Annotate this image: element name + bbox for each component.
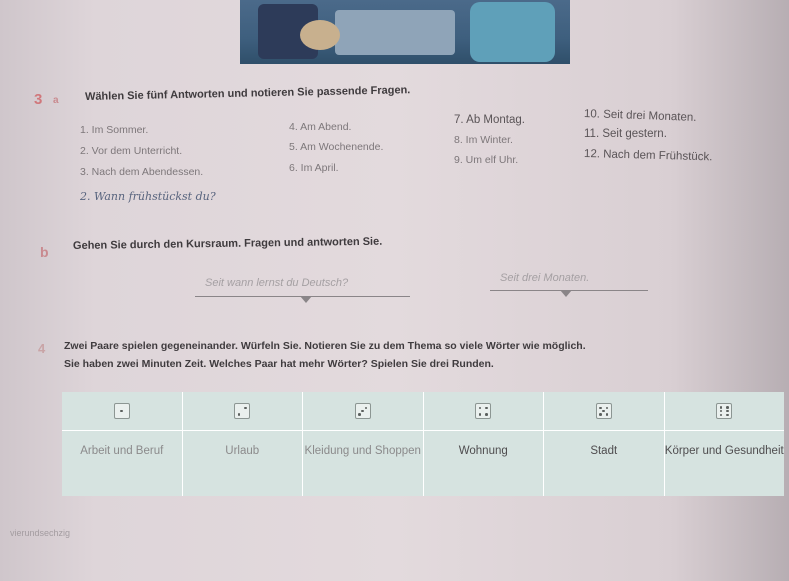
topic-label: Arbeit und Beruf: [80, 445, 164, 457]
topics-table: Arbeit und Beruf Urlaub Kleidung und Sho…: [62, 392, 784, 496]
exercise-3a-letter: a: [53, 95, 59, 106]
exercise-4-number: 4: [38, 341, 46, 356]
topic-label: Wohnung: [458, 445, 508, 457]
exercise-3b-instruction: Gehen Sie durch den Kursraum. Fragen und…: [72, 235, 383, 252]
topic-label: Urlaub: [225, 445, 260, 457]
topic-label: Körper und Gesundheit: [664, 445, 784, 457]
exercise-3-number: 3: [34, 91, 43, 108]
answer-5: 5. Am Wochenende.: [289, 141, 384, 153]
answer-2: 2. Vor dem Unterricht.: [80, 145, 183, 157]
topic-cell: Körper und Gesundheit: [663, 392, 784, 496]
answer-10: 10. Seit drei Monaten.: [583, 108, 697, 124]
handwritten-answer: 2. Wann frühstückst du?: [80, 190, 216, 203]
topic-cell: Wohnung: [422, 392, 543, 496]
topic-cell: Stadt: [543, 392, 664, 496]
die-two-icon: [234, 403, 251, 419]
die-six-icon: [716, 403, 733, 419]
speech-bubble-question-tail: [300, 296, 312, 303]
topic-cell: Kleidung und Shoppen: [302, 392, 423, 496]
answer-3: 3. Nach dem Abendessen.: [80, 166, 204, 178]
photo: [240, 0, 570, 64]
answer-1: 1. Im Sommer.: [80, 124, 149, 136]
answer-12: 12. Nach dem Frühstück.: [583, 148, 713, 164]
answer-4: 4. Am Abend.: [289, 121, 352, 133]
exercise-3b-letter: b: [40, 244, 49, 260]
answer-7: 7. Ab Montag.: [454, 114, 525, 126]
answer-9: 9. Um elf Uhr.: [454, 154, 519, 166]
topic-cell: Urlaub: [181, 392, 302, 496]
speech-bubble-answer-tail: [560, 290, 572, 297]
answer-11: 11. Seit gestern.: [584, 128, 667, 140]
answer-8: 8. Im Winter.: [454, 134, 513, 146]
page-footer: vierundsechzig: [10, 528, 71, 538]
die-three-icon: [354, 403, 371, 419]
answer-6: 6. Im April.: [289, 162, 339, 174]
die-five-icon: [595, 403, 612, 419]
speech-bubble-question: Seit wann lernst du Deutsch?: [205, 277, 349, 289]
exercise-4-instruction-line2: Sie haben zwei Minuten Zeit. Welches Paa…: [64, 358, 494, 370]
topic-label: Kleidung und Shoppen: [304, 445, 421, 457]
die-four-icon: [475, 403, 492, 419]
speech-bubble-answer: Seit drei Monaten.: [500, 272, 590, 284]
topic-label: Stadt: [590, 445, 618, 457]
exercise-3a-instruction: Wählen Sie fünf Antworten und notieren S…: [84, 84, 411, 103]
exercise-4-instruction-line1: Zwei Paare spielen gegeneinander. Würfel…: [64, 340, 586, 352]
topic-cell: Arbeit und Beruf: [62, 392, 182, 496]
die-one-icon: [113, 403, 130, 419]
